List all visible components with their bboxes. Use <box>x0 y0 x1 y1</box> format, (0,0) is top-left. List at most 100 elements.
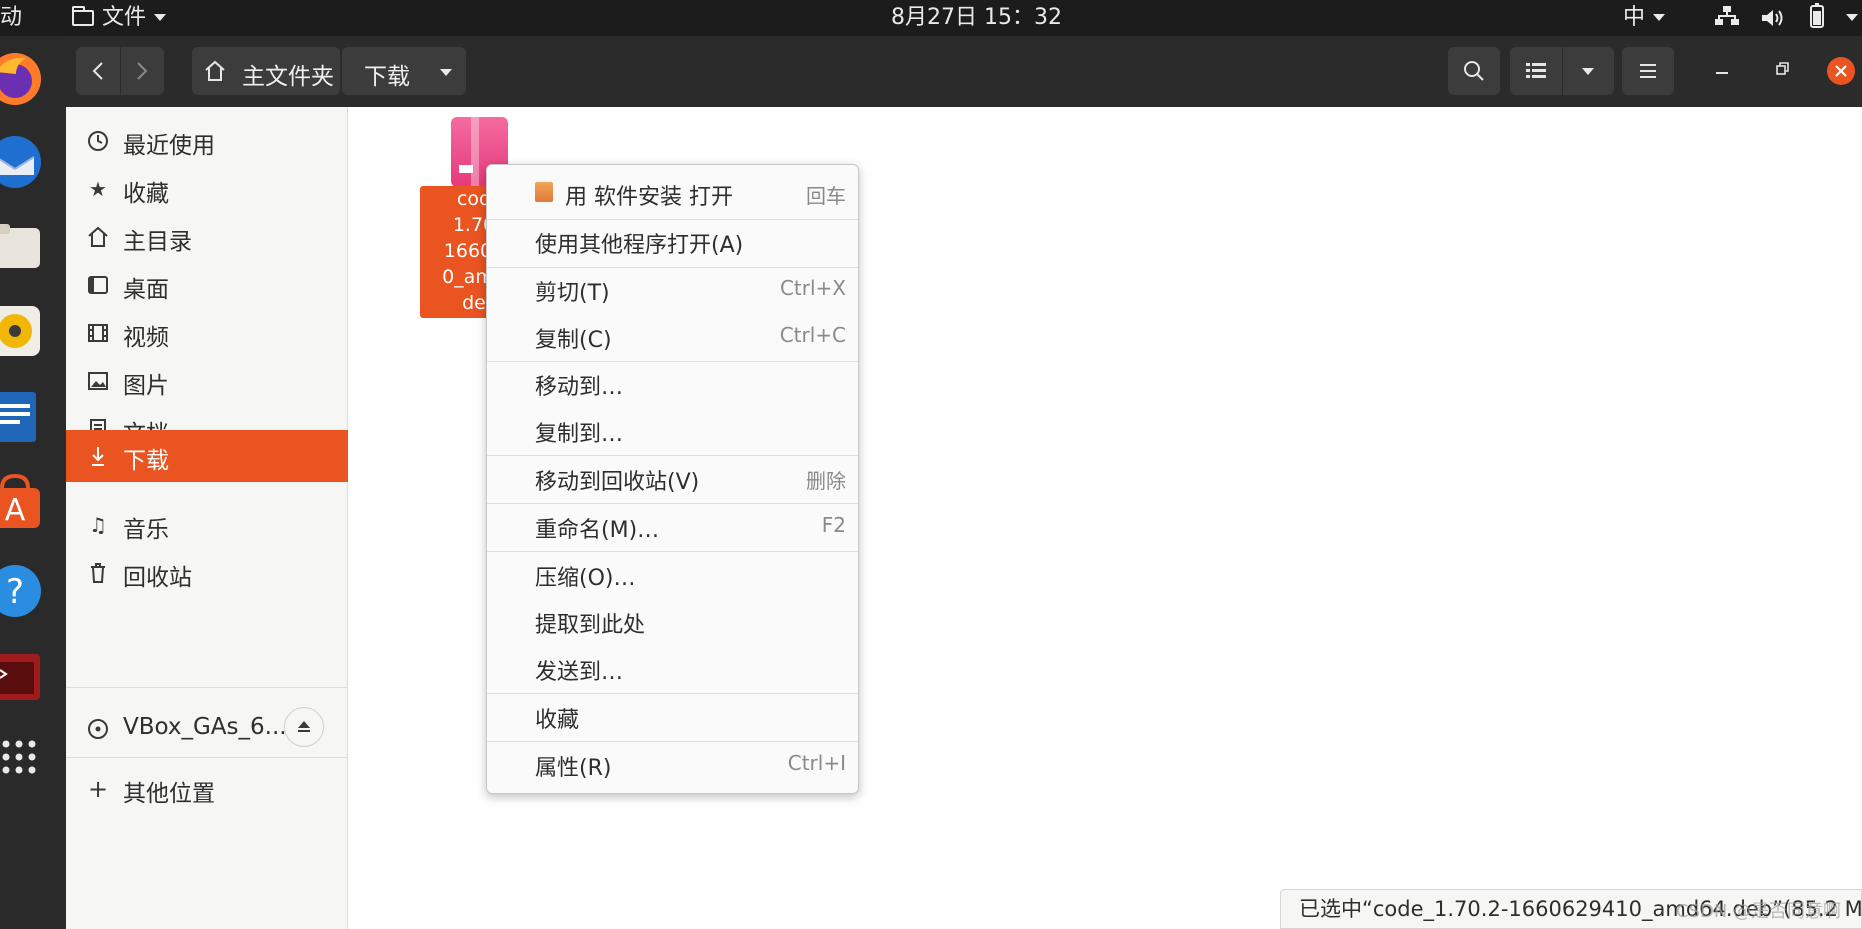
menu-item-accel: Ctrl+X <box>779 276 846 300</box>
rhythmbox-icon[interactable] <box>0 302 44 360</box>
menu-item-label: 用 软件安装 打开 <box>565 185 733 210</box>
sidebar-item-music[interactable]: ♫ 音乐 <box>66 499 348 551</box>
chevron-down-icon <box>440 69 452 76</box>
path-current-button[interactable]: 下载 <box>342 47 466 95</box>
menu-item-compress[interactable]: 压缩(O)… <box>487 554 858 594</box>
home-icon <box>86 225 110 249</box>
menu-item-label: 复制(C) <box>535 328 612 353</box>
menu-item-send-to[interactable]: 发送到… <box>487 648 858 688</box>
star-icon: ★ <box>89 177 107 201</box>
battery-icon[interactable] <box>1804 3 1828 39</box>
writer-icon[interactable] <box>0 388 44 446</box>
desktop-icon <box>86 273 110 297</box>
forward-button[interactable] <box>120 47 164 95</box>
menu-item-label: 复制到… <box>535 422 624 447</box>
menu-separator <box>487 693 858 694</box>
menu-item-move-to-trash[interactable]: 移动到回收站(V) 删除 <box>487 458 858 498</box>
view-options-button[interactable] <box>1562 47 1614 95</box>
menu-item-label: 压缩(O)… <box>535 566 636 591</box>
sidebar-item-label: 主目录 <box>123 229 192 255</box>
list-view-icon <box>1526 63 1546 78</box>
sidebar-item-starred[interactable]: ★ 收藏 <box>66 163 348 215</box>
chevron-down-icon <box>1846 14 1858 21</box>
files-icon[interactable] <box>0 216 44 274</box>
system-menu-button[interactable] <box>1838 0 1858 36</box>
path-home-button[interactable]: 主文件夹 <box>192 47 340 95</box>
chevron-right-icon <box>137 62 148 80</box>
sidebar-item-recent[interactable]: 最近使用 <box>66 115 348 167</box>
menu-item-open-with-other[interactable]: 使用其他程序打开(A) <box>487 221 858 261</box>
sidebar-item-pictures[interactable]: 图片 <box>66 355 348 407</box>
menu-item-label: 移动到回收站(V) <box>535 470 700 495</box>
software-icon[interactable]: A <box>0 473 44 532</box>
input-method-indicator[interactable]: 中 <box>1623 0 1666 36</box>
main-menu-button[interactable] <box>1622 47 1674 95</box>
clock-icon <box>86 129 110 153</box>
nav-buttons <box>76 47 164 95</box>
restore-icon <box>1776 62 1789 75</box>
minimize-button[interactable] <box>1714 56 1730 81</box>
picture-icon <box>86 369 110 393</box>
app-menu[interactable]: 文件 <box>72 0 167 36</box>
sidebar-separator <box>66 757 348 758</box>
home-icon <box>205 60 225 81</box>
view-toggle <box>1510 47 1614 95</box>
sidebar: 最近使用 ★ 收藏 主目录 桌面 视频 图片 文档 下载 ♫ 音乐 回收站 VB… <box>66 107 348 929</box>
menu-separator <box>487 455 858 456</box>
sidebar-item-label: 其他位置 <box>123 781 215 807</box>
menu-item-rename[interactable]: 重命名(M)… F2 <box>487 506 858 546</box>
hamburger-icon <box>1640 64 1656 78</box>
sidebar-item-label: 桌面 <box>123 277 169 303</box>
top-panel: 动 文件 8月27日 15：32 中 <box>0 0 1862 36</box>
clock[interactable]: 8月27日 15：32 <box>891 0 1062 36</box>
sidebar-item-other-locations[interactable]: + 其他位置 <box>66 763 348 815</box>
sidebar-item-label: 图片 <box>123 373 169 399</box>
plus-icon: + <box>87 775 109 803</box>
eject-icon <box>298 721 310 732</box>
close-button[interactable] <box>1826 56 1856 91</box>
menu-item-accel: Ctrl+I <box>787 751 846 775</box>
trash-icon <box>86 561 110 585</box>
help-icon[interactable]: ? <box>0 562 44 620</box>
menu-item-copy[interactable]: 复制(C) Ctrl+C <box>487 316 858 356</box>
folder-icon <box>72 6 94 26</box>
search-button[interactable] <box>1448 47 1500 95</box>
menu-item-accel: 回车 <box>806 184 846 208</box>
menu-item-properties[interactable]: 属性(R) Ctrl+I <box>487 744 858 784</box>
terminal-icon[interactable] <box>0 648 44 706</box>
menu-item-move-to[interactable]: 移动到… <box>487 363 858 403</box>
sidebar-item-device[interactable]: VBox_GAs_6.... <box>66 703 348 755</box>
context-menu: 用 软件安装 打开 回车 使用其他程序打开(A) 剪切(T) Ctrl+X 复制… <box>486 164 859 794</box>
sidebar-separator <box>66 687 348 688</box>
menu-item-accel: 删除 <box>806 469 846 493</box>
activities-button[interactable]: 动 <box>0 0 22 36</box>
menu-item-label: 重命名(M)… <box>535 518 660 543</box>
menu-item-copy-to[interactable]: 复制到… <box>487 410 858 450</box>
chevron-left-icon <box>92 62 103 80</box>
back-button[interactable] <box>76 47 121 95</box>
sidebar-item-downloads[interactable]: 下载 <box>66 430 348 482</box>
sidebar-item-desktop[interactable]: 桌面 <box>66 259 348 311</box>
menu-item-open-with-software[interactable]: 用 软件安装 打开 回车 <box>487 173 858 213</box>
list-view-button[interactable] <box>1510 47 1563 95</box>
firefox-icon[interactable] <box>0 50 44 108</box>
menu-separator <box>487 219 858 220</box>
thunderbird-icon[interactable] <box>0 133 44 191</box>
download-icon <box>86 444 110 468</box>
apps-grid-icon[interactable] <box>0 728 44 786</box>
sidebar-item-home[interactable]: 主目录 <box>66 211 348 263</box>
menu-item-cut[interactable]: 剪切(T) Ctrl+X <box>487 269 858 309</box>
menu-separator <box>487 503 858 504</box>
search-icon <box>1464 61 1484 81</box>
sidebar-item-trash[interactable]: 回收站 <box>66 547 348 599</box>
menu-item-star[interactable]: 收藏 <box>487 696 858 736</box>
disc-icon <box>86 717 110 741</box>
eject-button[interactable] <box>284 707 324 747</box>
network-icon[interactable] <box>1714 4 1740 40</box>
sidebar-item-label: VBox_GAs_6.... <box>123 714 294 740</box>
video-icon <box>86 321 110 345</box>
restore-button[interactable] <box>1774 58 1790 82</box>
sidebar-item-label: 视频 <box>123 325 169 351</box>
sidebar-item-videos[interactable]: 视频 <box>66 307 348 359</box>
menu-item-extract-here[interactable]: 提取到此处 <box>487 601 858 641</box>
